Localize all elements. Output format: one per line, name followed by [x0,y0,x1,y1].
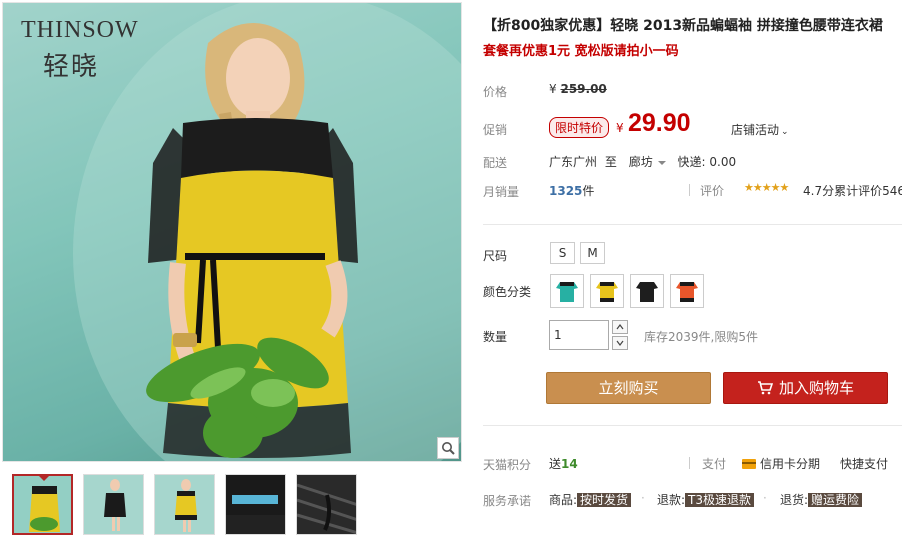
fast-pay[interactable]: 快捷支付 [840,455,888,472]
original-price-value: 259.00 [560,82,607,96]
service-label: 服务承诺 [483,494,532,508]
service-prefix: 商品: [549,493,578,507]
points-value: 送14 [549,455,578,472]
separator-dot: · [641,491,645,505]
service-item-ship[interactable]: 商品: 按时发货 [549,491,632,508]
brand-name-cn: 轻晓 [43,52,100,82]
shipping-info: 广东广州 至 廊坊 快递: 0.00 [549,153,736,170]
quantity-decrease-button[interactable] [612,336,628,350]
service-item-refund[interactable]: 退款: T3极速退款 [657,491,755,508]
service-tag: 赠运费险 [808,493,863,507]
section-divider [483,425,902,426]
thumbnail-front[interactable] [12,474,73,535]
ship-dest: 廊坊 [628,155,653,169]
shop-activity-label: 店铺活动 [731,123,780,137]
color-option-yellow[interactable] [590,274,624,308]
color-option-teal[interactable] [550,274,584,308]
service-tag: 按时发货 [577,493,632,507]
divider [689,184,690,196]
credit-installment[interactable]: 信用卡分期 [742,455,820,472]
ship-to-word: 至 [604,155,617,169]
ship-fee: 快递: 0.00 [677,155,737,169]
brand-logo: THINSOW 轻晓 [21,17,139,83]
promo-yen-symbol: ¥ [616,121,624,135]
rating-text[interactable]: 4.7分累计评价546 [803,182,902,199]
credit-card-icon [742,459,756,469]
zoom-icon[interactable] [437,437,459,459]
service-tag: T3极速退款 [685,493,755,507]
divider [689,457,690,469]
credit-installment-label: 信用卡分期 [760,457,821,471]
points-number: 14 [561,457,578,471]
add-to-cart-button[interactable]: 加入购物车 [723,372,888,404]
section-divider [483,224,902,225]
add-to-cart-label: 加入购物车 [778,379,854,397]
rating-stars-icon: ★★★★★ [744,181,789,194]
promo-tag: 限时特价 [549,117,610,138]
sales-label: 月销量 [483,185,520,199]
shop-activity-dropdown[interactable]: 店铺活动 ⌄ [731,121,789,138]
color-label: 颜色分类 [483,285,532,299]
brand-name-en: THINSOW [21,17,139,43]
caret-down-icon [657,160,666,165]
size-option-s[interactable]: S [550,242,575,264]
points-label: 天猫积分 [483,458,532,472]
quantity-increase-button[interactable] [612,320,628,334]
service-prefix: 退款: [657,493,686,507]
service-prefix: 退货: [780,493,809,507]
yen-symbol: ¥ [549,82,557,96]
original-price: ¥ 259.00 [549,82,607,96]
promo-label: 促销 [483,123,508,137]
buy-now-button[interactable]: 立刻购买 [546,372,711,404]
ship-from: 广东广州 [549,155,598,169]
sales-unit: 件 [582,184,595,198]
product-subtitle: 套餐再优惠1元 宽松版请拍小一码 [483,44,679,59]
size-label: 尺码 [483,249,508,263]
chevron-down-icon: ⌄ [781,127,789,137]
color-option-orange[interactable] [670,274,704,308]
price-label: 价格 [483,85,508,99]
cart-icon [757,381,773,395]
size-option-m[interactable]: M [580,242,605,264]
thumbnail-detail-black[interactable] [296,474,357,535]
ship-destination-dropdown[interactable]: 廊坊 [629,155,666,169]
thumbnail-strip [12,474,357,535]
product-title: 【折800独家优惠】轻晓 2013新品蝙蝠袖 拼接撞色腰带连衣裙 [483,18,883,34]
sales-count: 1325 [549,184,583,198]
service-item-return[interactable]: 退货: 赠运费险 [780,491,863,508]
thumbnail-detail-blue[interactable] [225,474,286,535]
thumbnail-yellow-side[interactable] [154,474,215,535]
quantity-input[interactable] [549,320,609,350]
separator-dot: · [763,491,767,505]
points-send: 送 [549,457,562,471]
quantity-label: 数量 [483,330,508,344]
payment-label: 支付 [702,457,727,471]
promo-price: 29.90 [628,109,691,137]
stock-info: 库存2039件,限购5件 [644,330,758,344]
rating-label: 评价 [700,184,725,198]
monthly-sales: 1325件 [549,182,594,199]
main-product-image[interactable]: THINSOW 轻晓 [2,2,462,462]
color-option-black[interactable] [630,274,664,308]
shipping-label: 配送 [483,156,508,170]
thumbnail-black[interactable] [83,474,144,535]
